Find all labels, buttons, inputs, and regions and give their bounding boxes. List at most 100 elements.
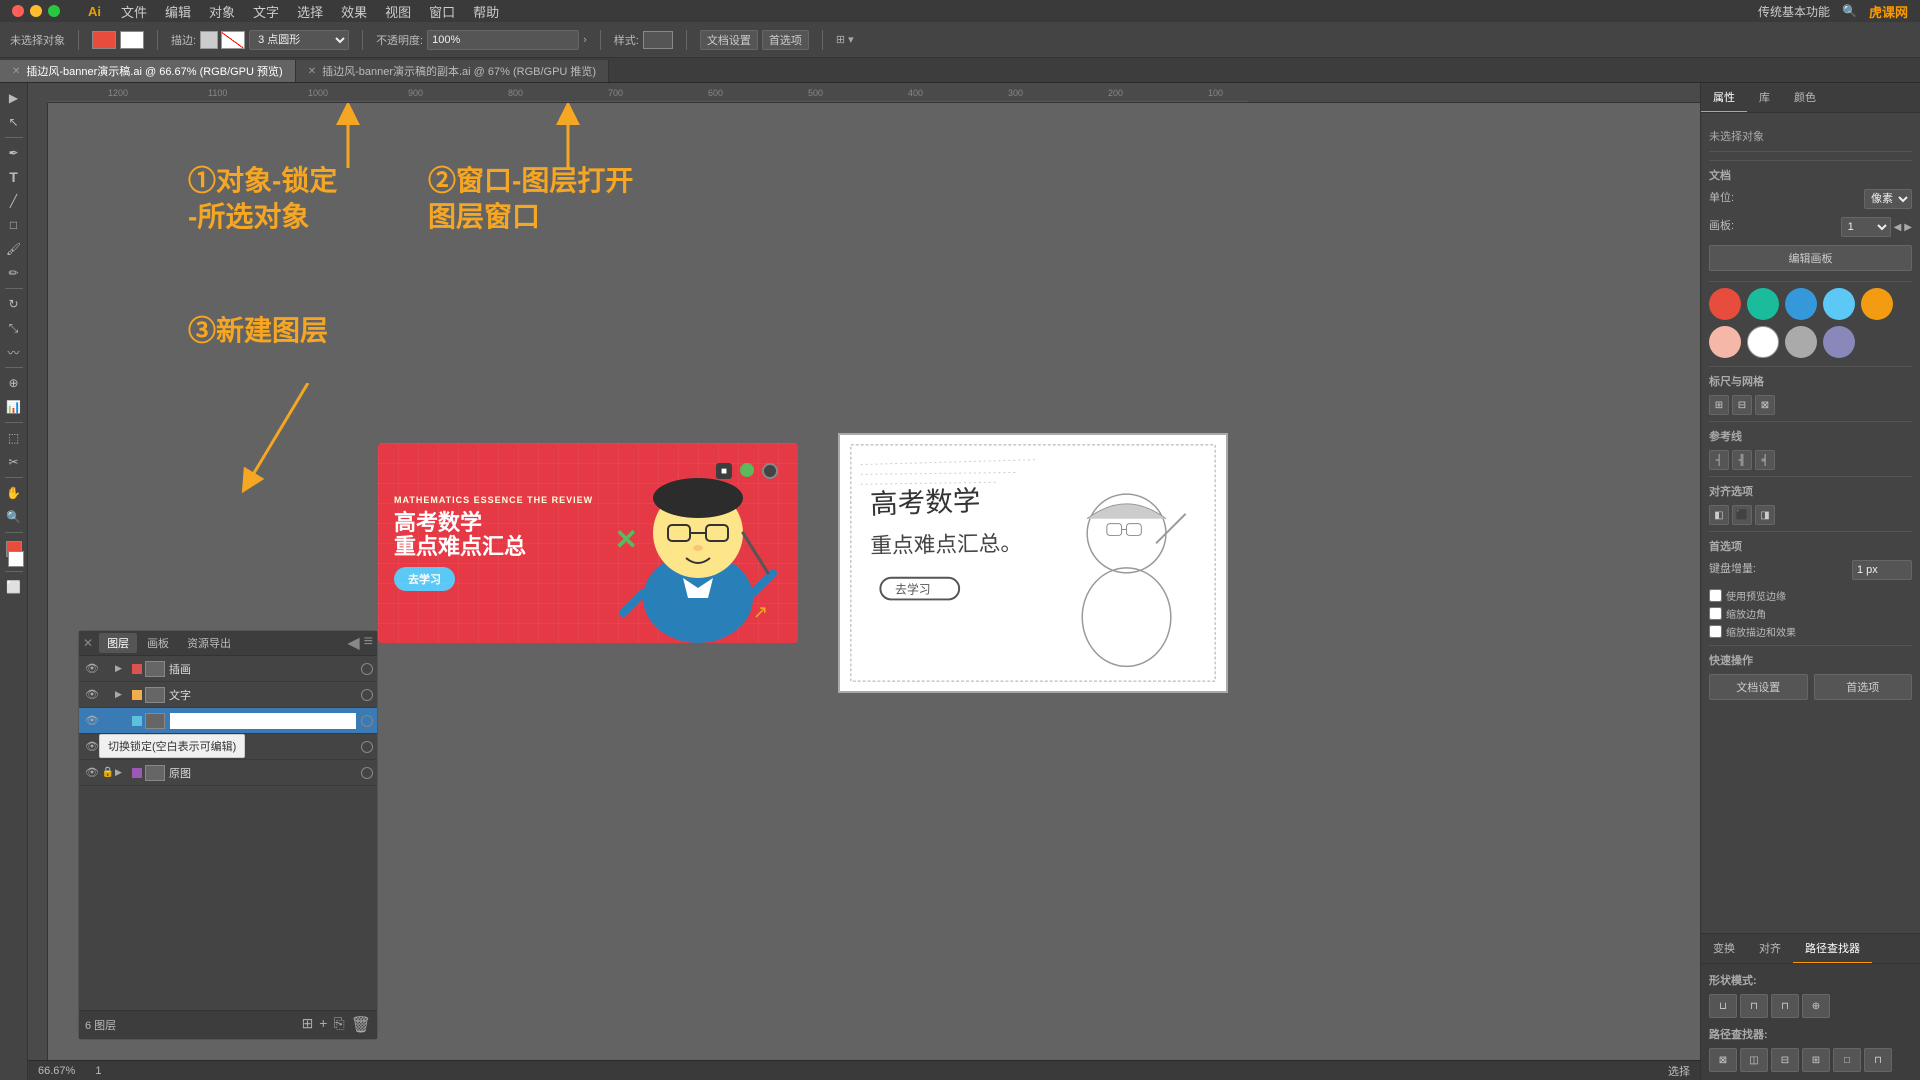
swatch-lavender[interactable] [1823,326,1855,358]
layer-target-new[interactable] [361,715,373,727]
layer-lock-original[interactable]: 🔒 [101,766,115,780]
pf-outline-icon[interactable]: □ [1833,1048,1861,1072]
swatch-orange[interactable] [1861,288,1893,320]
menu-window[interactable]: 窗口 [429,2,455,21]
delete-layer-btn[interactable]: 🗑 [351,1015,371,1035]
menu-file[interactable]: 文件 [121,2,147,21]
pf-crop-icon[interactable]: ⊞ [1802,1048,1830,1072]
menu-view[interactable]: 视图 [385,2,411,21]
new-layer-btn[interactable]: + [319,1015,327,1035]
layer-lock-text[interactable] [101,688,115,702]
tab-1-close[interactable]: ✕ [12,66,20,77]
panel-tab-color[interactable]: 颜色 [1782,83,1828,112]
pf-merge-icon[interactable]: ⊟ [1771,1048,1799,1072]
scale-effects-checkbox[interactable] [1709,625,1722,638]
doc-setup-button[interactable]: 文档设置 [700,30,758,50]
canvas-viewport[interactable]: ①对象-锁定 -所选对象 ②窗口-图层打开 图层窗口 [48,103,1700,1060]
layer-name-input-new[interactable] [169,712,357,730]
layer-vis-chua[interactable]: 👁 [83,660,101,678]
duplicate-layer-btn[interactable]: ⎘ [333,1015,344,1035]
layer-expand-chua[interactable]: ▶ [115,663,129,674]
tab-2[interactable]: ✕ 插边风-banner演示稿的副本.ai @ 67% (RGB/GPU 推览) [296,60,609,82]
close-button[interactable] [12,5,24,17]
layer-chua[interactable]: 👁 ▶ 插画 [79,656,377,682]
change-screen-mode[interactable]: ⬜ [3,576,25,598]
align-right-icon[interactable]: ◨ [1755,505,1775,525]
pen-tool[interactable]: ✒ [3,142,25,164]
stroke-swatch[interactable] [120,31,144,49]
zoom-level[interactable]: 66.67% [38,1065,75,1077]
menu-help[interactable]: 帮助 [473,2,499,21]
warp-tool[interactable]: 〰 [3,341,25,363]
layers-tab-artboards[interactable]: 画板 [139,633,177,653]
align-grid-icon[interactable]: ⊞ [1709,395,1729,415]
type-tool[interactable]: T [3,166,25,188]
fill-swatch[interactable] [92,31,116,49]
shape-tool[interactable]: □ [3,214,25,236]
bottom-tab-align[interactable]: 对齐 [1747,934,1793,963]
artboard-select[interactable]: 1 [1841,217,1891,237]
pf-minus-back-icon[interactable]: ⊓ [1864,1048,1892,1072]
panel-collapse-icon[interactable]: ◀ [347,633,359,653]
shape-exclude-icon[interactable]: ⊕ [1802,994,1830,1018]
bottom-tab-pathfinder[interactable]: 路径查找器 [1793,934,1872,963]
layer-lock-new[interactable] [101,714,115,728]
swatch-white[interactable] [1747,326,1779,358]
shape-minus-icon[interactable]: ⊓ [1740,994,1768,1018]
guide-add-icon[interactable]: ┤ [1709,450,1729,470]
menu-effect[interactable]: 效果 [341,2,367,21]
prefs-quick-btn[interactable]: 首选项 [1814,674,1913,700]
layers-tab-export[interactable]: 资源导出 [179,633,239,653]
stroke-style-select[interactable]: 3 点圆形 [249,30,349,50]
stroke-color[interactable] [200,31,218,49]
artboard-tool[interactable]: ⬚ [3,427,25,449]
panel-menu-icon[interactable]: ≡ [364,633,373,653]
paint-brush-tool[interactable]: 🖌 [3,238,25,260]
swatch-light-blue[interactable] [1823,288,1855,320]
panel-tab-libraries[interactable]: 库 [1747,83,1782,112]
slice-tool[interactable]: ✂ [3,451,25,473]
layer-target-text[interactable] [361,689,373,701]
panel-tab-properties[interactable]: 属性 [1701,83,1747,112]
align-guides-icon[interactable]: ⊠ [1755,395,1775,415]
minimize-button[interactable] [30,5,42,17]
style-swatch[interactable] [643,31,673,49]
round-corners-checkbox[interactable] [1709,607,1722,620]
artboard-next[interactable]: ▶ [1904,222,1912,233]
make-sublayer-btn[interactable]: ⊞ [302,1015,314,1035]
pencil-tool[interactable]: ✏ [3,262,25,284]
layers-tab-layers[interactable]: 图层 [99,633,137,653]
swatch-pink[interactable] [1709,326,1741,358]
bottom-tab-transform[interactable]: 变换 [1701,934,1747,963]
shape-intersect-icon[interactable]: ⊓ [1771,994,1799,1018]
layer-text[interactable]: 👁 ▶ 文字 [79,682,377,708]
doc-setup-quick-btn[interactable]: 文档设置 [1709,674,1808,700]
scale-tool[interactable]: ⤡ [3,317,25,339]
layer-vis-text[interactable]: 👁 [83,686,101,704]
hand-tool[interactable]: ✋ [3,482,25,504]
layer-target-original[interactable] [361,767,373,779]
selection-tool[interactable]: ▶ [3,87,25,109]
layer-target-chua[interactable] [361,663,373,675]
shape-unite-icon[interactable]: ⊔ [1709,994,1737,1018]
line-tool[interactable]: ╱ [3,190,25,212]
keyboard-increment-input[interactable] [1852,560,1912,580]
align-snap-icon[interactable]: ⊟ [1732,395,1752,415]
menu-select[interactable]: 选择 [297,2,323,21]
guide-lock-icon[interactable]: ╢ [1732,450,1752,470]
symbol-sprayer-tool[interactable]: ⊕ [3,372,25,394]
preferences-button[interactable]: 首选项 [762,30,809,50]
unit-select[interactable]: 像素 [1864,189,1912,209]
direct-selection-tool[interactable]: ↖ [3,111,25,133]
swatch-teal[interactable] [1747,288,1779,320]
layer-vis-original[interactable]: 👁 [83,764,101,782]
layer-expand-original[interactable]: ▶ [115,767,129,778]
layer-target-colors[interactable] [361,741,373,753]
column-graph-tool[interactable]: 📊 [3,396,25,418]
swatch-blue[interactable] [1785,288,1817,320]
zoom-tool[interactable]: 🔍 [3,506,25,528]
stroke-color-box[interactable] [8,551,24,567]
menu-edit[interactable]: 编辑 [165,2,191,21]
swatch-red[interactable] [1709,288,1741,320]
tab-1[interactable]: ✕ 插边风-banner演示稿.ai @ 66.67% (RGB/GPU 预览) [0,60,296,82]
